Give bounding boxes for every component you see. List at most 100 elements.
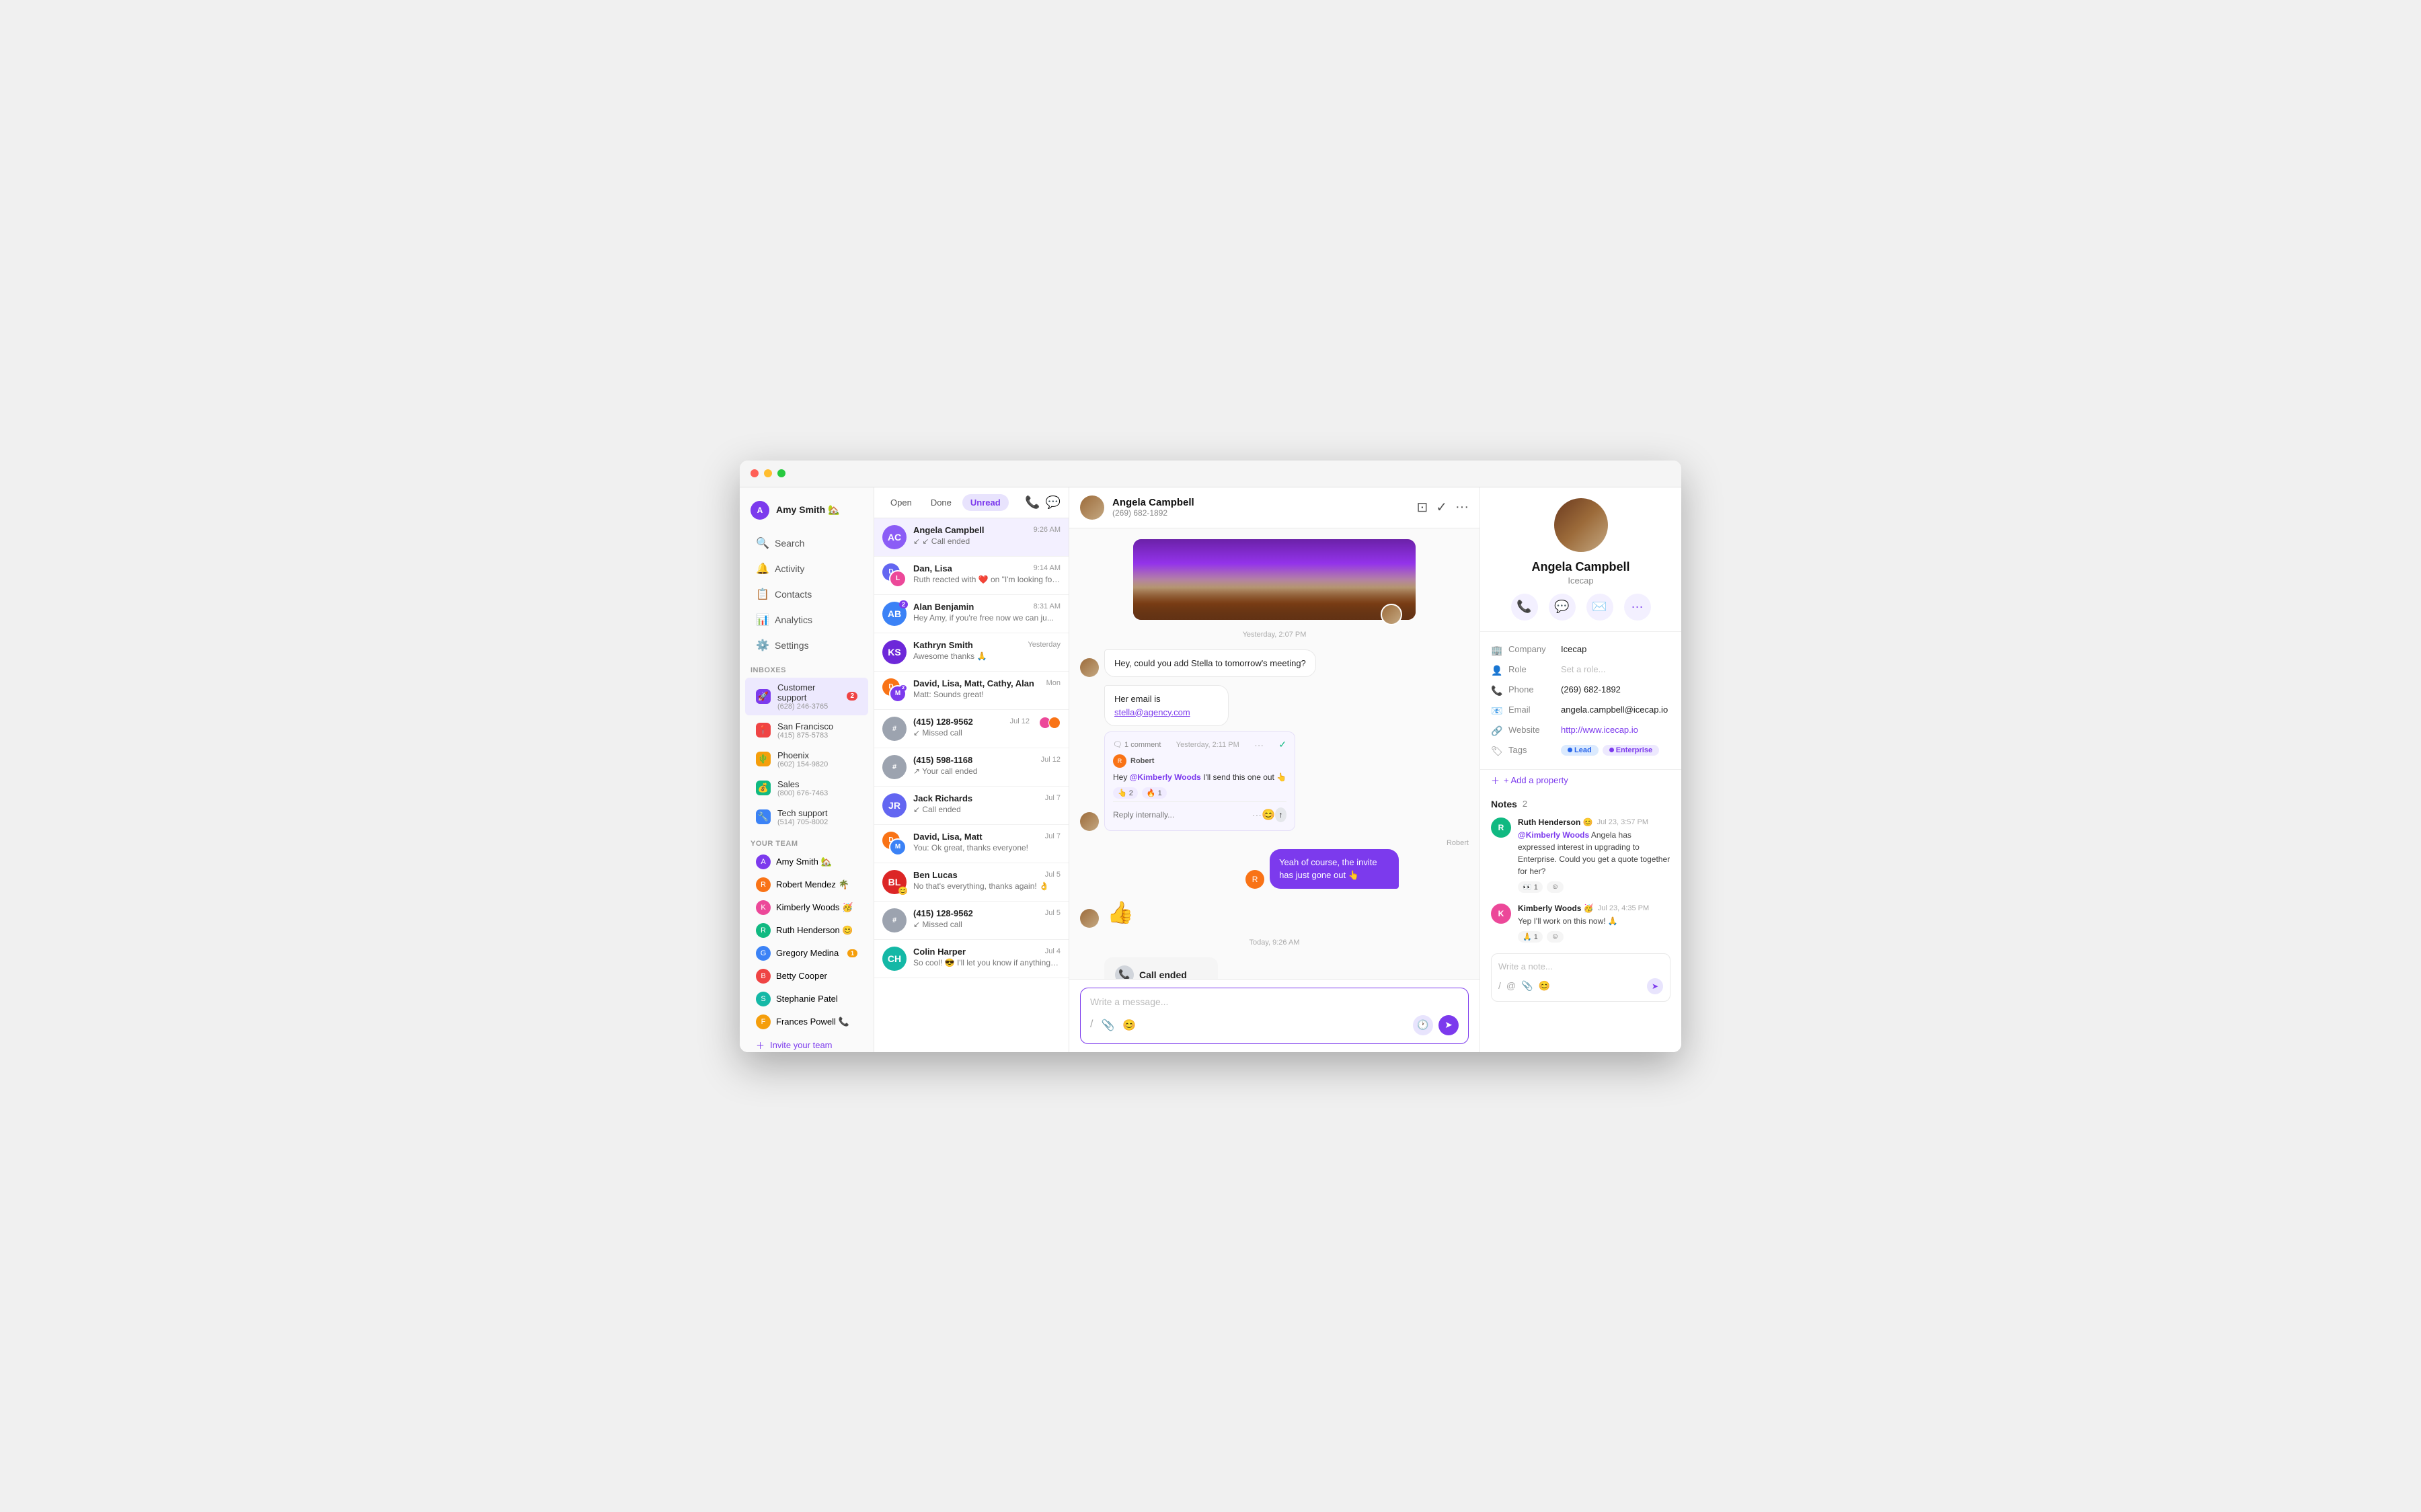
msg-incoming-2: Her email is stella@agency.com 🗨 1 comme… <box>1080 685 1469 831</box>
compose-tab-icon[interactable]: 💬 <box>1046 495 1061 510</box>
call-action-button[interactable]: 📞 <box>1511 594 1538 621</box>
phone-tab-icon[interactable]: 📞 <box>1025 495 1040 510</box>
note-slash-icon[interactable]: / <box>1498 980 1501 992</box>
team-member-gregory[interactable]: G Gregory Medina 1 <box>745 943 868 964</box>
conversation-item-dan-lisa[interactable]: D L Dan, Lisa 9:14 AM Ruth reacted with … <box>874 557 1069 595</box>
sidebar-item-activity[interactable]: 🔔 Activity <box>745 557 868 581</box>
message-input[interactable] <box>1090 996 1459 1007</box>
add-reaction-2[interactable]: ☺ <box>1547 931 1564 943</box>
add-property-label: + Add a property <box>1504 775 1568 785</box>
comment-more-icon[interactable]: ··· <box>1254 740 1264 750</box>
more-action-button[interactable]: ··· <box>1624 594 1651 621</box>
email-action-button[interactable]: ✉️ <box>1586 594 1613 621</box>
conv-header: (415) 128-9562 Jul 12 <box>913 717 1030 727</box>
reaction-2[interactable]: 🔥 1 <box>1142 787 1167 799</box>
send-button[interactable]: ➤ <box>1438 1015 1459 1035</box>
add-property-button[interactable]: ＋ + Add a property <box>1480 770 1681 791</box>
minimize-button[interactable] <box>764 469 772 477</box>
inbox-item-customer-support[interactable]: 🚀 Customer support (628) 246-3765 2 <box>745 678 868 715</box>
conversation-item-david-group[interactable]: D M 2 David, Lisa, Matt, Cathy, Alan Mon… <box>874 672 1069 710</box>
comment-check-icon[interactable]: ✓ <box>1278 739 1286 750</box>
tab-icons: 📞 💬 <box>1025 495 1061 510</box>
comment-time: Yesterday, 2:11 PM <box>1176 741 1239 749</box>
tag-lead[interactable]: Lead <box>1561 745 1599 756</box>
team-member-kimberly[interactable]: K Kimberly Woods 🥳 <box>745 897 868 918</box>
sidebar-item-contacts[interactable]: 📋 Contacts <box>745 582 868 606</box>
conversation-item-phone2[interactable]: # (415) 598-1168 Jul 12 ↗ Your call ende… <box>874 748 1069 787</box>
conversation-tabs: Open Done Unread 📞 💬 <box>874 487 1069 518</box>
contact-name: Angela Campbell <box>1491 560 1670 574</box>
reply-send-icon[interactable]: ↑ <box>1275 807 1286 822</box>
comment-reply-input[interactable] <box>1113 806 1250 824</box>
inbox-name: Phoenix <box>777 750 828 760</box>
activity-icon: 🔔 <box>756 562 768 575</box>
clock-send-button[interactable]: 🕐 <box>1413 1015 1433 1035</box>
note-at-icon[interactable]: @ <box>1506 980 1516 992</box>
username: Amy Smith 🏡 <box>776 504 839 516</box>
expand-icon[interactable]: ⊡ <box>1416 499 1428 516</box>
slash-command-icon[interactable]: / <box>1090 1019 1093 1032</box>
conversation-item-angela[interactable]: AC Angela Campbell 9:26 AM ↙ ↙ Call ende… <box>874 518 1069 557</box>
inbox-phone: (800) 676-7463 <box>777 789 828 797</box>
conversation-item-jack[interactable]: JR Jack Richards Jul 7 ↙ Call ended <box>874 787 1069 825</box>
team-member-frances[interactable]: F Frances Powell 📞 <box>745 1011 868 1033</box>
gregory-badge: 1 <box>847 949 857 957</box>
inbox-item-sales[interactable]: 💰 Sales (800) 676-7463 <box>745 774 868 802</box>
add-reaction[interactable]: ☺ <box>1547 881 1564 893</box>
tab-unread[interactable]: Unread <box>962 494 1009 511</box>
conversation-item-david-matt[interactable]: D M David, Lisa, Matt Jul 7 You: Ok grea… <box>874 825 1069 863</box>
sidebar-item-label: Activity <box>775 563 804 574</box>
tab-open[interactable]: Open <box>882 494 920 511</box>
inbox-item-phoenix[interactable]: 🌵 Phoenix (602) 154-9820 <box>745 746 868 773</box>
reaction-pray[interactable]: 🙏 1 <box>1518 931 1543 943</box>
team-member-betty[interactable]: B Betty Cooper <box>745 965 868 987</box>
sidebar-item-search[interactable]: 🔍 Search <box>745 531 868 555</box>
user-profile[interactable]: A Amy Smith 🏡 <box>740 495 874 530</box>
inbox-name: Customer support <box>777 682 840 703</box>
reply-more-icon[interactable]: ··· <box>1252 809 1262 820</box>
detail-email: 📧 Email angela.campbell@icecap.io <box>1491 701 1670 721</box>
email-link[interactable]: stella@agency.com <box>1114 707 1190 717</box>
sidebar-item-analytics[interactable]: 📊 Analytics <box>745 608 868 632</box>
more-icon[interactable]: ··· <box>1455 500 1469 515</box>
tab-done[interactable]: Done <box>923 494 960 511</box>
emoji-input-icon[interactable]: 😊 <box>1122 1019 1136 1032</box>
conversation-item-alan[interactable]: AB 2 Alan Benjamin 8:31 AM Hey Amy, if y… <box>874 595 1069 633</box>
conversation-item-colin[interactable]: CH Colin Harper Jul 4 So cool! 😎 I'll le… <box>874 940 1069 978</box>
team-member-stephanie[interactable]: S Stephanie Patel <box>745 988 868 1010</box>
team-member-robert[interactable]: R Robert Mendez 🌴 <box>745 874 868 896</box>
chat-action-button[interactable]: 💬 <box>1549 594 1576 621</box>
phone3-avatar: # <box>882 908 907 932</box>
reaction-1[interactable]: 👆 2 <box>1113 787 1138 799</box>
reaction-eyes[interactable]: 👀 1 <box>1518 881 1543 893</box>
tags-value: Lead Enterprise <box>1561 745 1659 756</box>
reply-emoji-icon[interactable]: 😊 <box>1262 808 1275 822</box>
sidebar-item-settings[interactable]: ⚙️ Settings <box>745 633 868 658</box>
close-button[interactable] <box>751 469 759 477</box>
note-input[interactable] <box>1498 961 1663 971</box>
role-value[interactable]: Set a role... <box>1561 664 1670 674</box>
conversation-item-phone1[interactable]: # (415) 128-9562 Jul 12 ↙ Missed call <box>874 710 1069 748</box>
invite-team-button[interactable]: ＋ Invite your team <box>745 1034 868 1052</box>
maximize-button[interactable] <box>777 469 785 477</box>
msg-bubble-email: Her email is stella@agency.com <box>1104 685 1229 726</box>
team-member-amy[interactable]: A Amy Smith 🏡 <box>745 851 868 873</box>
team-member-ruth[interactable]: R Ruth Henderson 😊 <box>745 920 868 941</box>
conv-name: Alan Benjamin <box>913 602 974 612</box>
conv-time: Jul 12 <box>1041 756 1061 764</box>
note-send-button[interactable]: ➤ <box>1647 978 1663 994</box>
angela-avatar: AC <box>882 525 907 549</box>
note-emoji-icon[interactable]: 😊 <box>1539 980 1550 992</box>
conversation-item-ben[interactable]: BL 😊 Ben Lucas Jul 5 No that's everythin… <box>874 863 1069 902</box>
conv-preview: No that's everything, thanks again! 👌 <box>913 881 1061 891</box>
inbox-item-san-francisco[interactable]: 📍 San Francisco (415) 875-5783 <box>745 717 868 744</box>
note-attach-icon[interactable]: 📎 <box>1521 980 1533 992</box>
checkmark-icon[interactable]: ✓ <box>1436 499 1447 516</box>
attach-icon[interactable]: 📎 <box>1101 1019 1114 1032</box>
conversation-item-phone3[interactable]: # (415) 128-9562 Jul 5 ↙ Missed call <box>874 902 1069 940</box>
tag-enterprise[interactable]: Enterprise <box>1603 745 1659 756</box>
note-author: Ruth Henderson 😊 <box>1518 818 1593 827</box>
conversation-item-kathryn[interactable]: KS Kathryn Smith Yesterday Awesome thank… <box>874 633 1069 672</box>
tags-icon: 🏷 <box>1491 746 1503 757</box>
inbox-item-tech-support[interactable]: 🔧 Tech support (514) 705-8002 <box>745 803 868 831</box>
